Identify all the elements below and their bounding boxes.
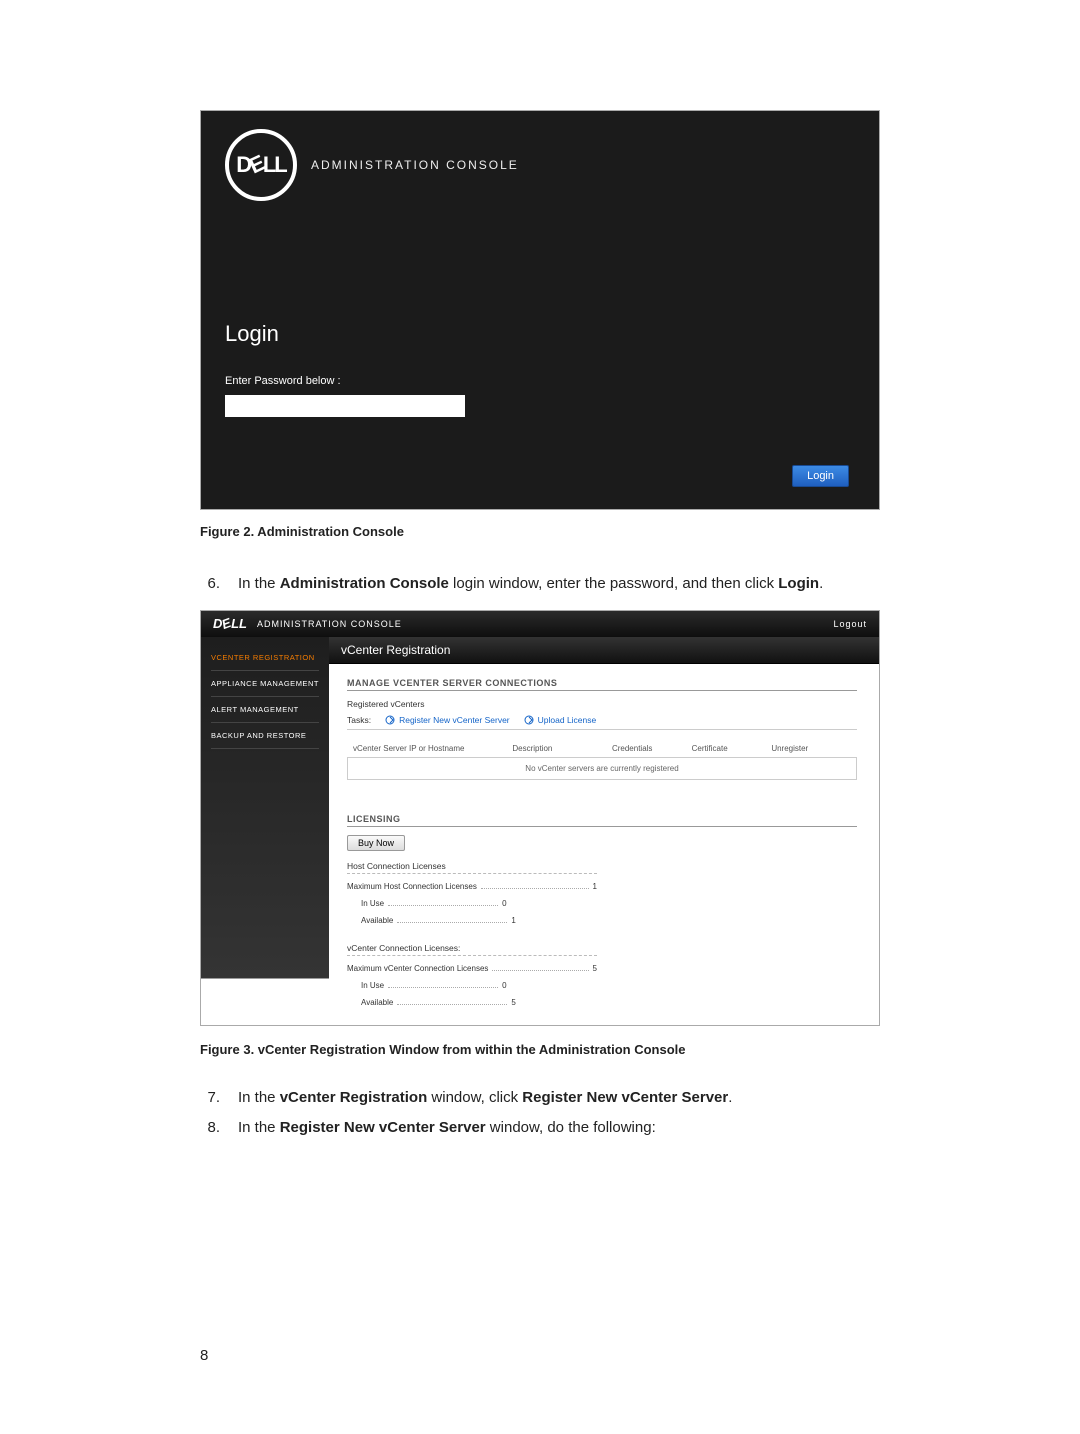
dots	[397, 1004, 507, 1005]
link-icon	[524, 715, 534, 725]
step-number: 8.	[200, 1117, 220, 1140]
register-new-vcenter-link[interactable]: Register New vCenter Server	[385, 715, 510, 725]
license-value: 1	[511, 916, 515, 925]
text: In the	[238, 575, 280, 592]
bold-text: vCenter Registration	[280, 1089, 428, 1106]
license-label: In Use	[361, 899, 384, 908]
topbar-title: ADMINISTRATION CONSOLE	[257, 619, 402, 629]
logout-link[interactable]: Logout	[833, 619, 867, 629]
link-icon	[385, 715, 395, 725]
step-number: 7.	[200, 1087, 220, 1110]
dots	[388, 987, 498, 988]
col-credentials: Credentials	[612, 744, 692, 753]
login-button[interactable]: Login	[792, 465, 849, 487]
bold-text: Register New vCenter Server	[522, 1089, 728, 1106]
license-row: In Use 0	[347, 981, 597, 990]
license-value: 5	[593, 964, 597, 973]
license-label: Available	[361, 916, 393, 925]
link-text: Upload License	[538, 715, 597, 725]
license-label: Available	[361, 998, 393, 1007]
license-value: 0	[502, 899, 506, 908]
dell-wordmark-icon: DELL	[213, 616, 247, 631]
license-label: In Use	[361, 981, 384, 990]
host-licenses-title: Host Connection Licenses	[347, 861, 597, 874]
sidebar: VCENTER REGISTRATION APPLIANCE MANAGEMEN…	[201, 637, 329, 1025]
text: In the	[238, 1119, 280, 1136]
license-value: 0	[502, 981, 506, 990]
step-text: In the vCenter Registration window, clic…	[238, 1087, 880, 1110]
step-7: 7. In the vCenter Registration window, c…	[200, 1087, 880, 1110]
password-input[interactable]	[225, 395, 465, 417]
bold-text: Register New vCenter Server	[280, 1119, 486, 1136]
figure2-caption: Figure 2. Administration Console	[200, 524, 880, 539]
buy-now-button[interactable]: Buy Now	[347, 835, 405, 851]
text: window, do the following:	[486, 1119, 656, 1136]
main-panel: vCenter Registration MANAGE VCENTER SERV…	[329, 637, 879, 1025]
instruction-steps-cont: 7. In the vCenter Registration window, c…	[200, 1087, 880, 1140]
license-label: Maximum vCenter Connection Licenses	[347, 964, 488, 973]
vcenter-licenses-title: vCenter Connection Licenses:	[347, 943, 597, 956]
task-row: Tasks: Register New vCenter Server Uploa…	[347, 715, 857, 730]
text: window, click	[427, 1089, 522, 1106]
link-text: Register New vCenter Server	[399, 715, 510, 725]
text: In the	[238, 1089, 280, 1106]
license-value: 1	[593, 882, 597, 891]
license-value: 5	[511, 998, 515, 1007]
bold-text: Administration Console	[280, 575, 449, 592]
registration-console: DELL ADMINISTRATION CONSOLE Logout VCENT…	[200, 610, 880, 1026]
page-title: vCenter Registration	[329, 637, 879, 664]
page-number: 8	[200, 1347, 208, 1364]
bold-text: Login	[778, 575, 819, 592]
license-row: Maximum Host Connection Licenses 1	[347, 882, 597, 891]
password-label: Enter Password below :	[225, 375, 855, 387]
dell-logo-icon: DELL	[225, 129, 297, 201]
sidebar-item-alert-management[interactable]: ALERT MANAGEMENT	[211, 697, 319, 723]
license-label: Maximum Host Connection Licenses	[347, 882, 477, 891]
dashboard-body: VCENTER REGISTRATION APPLIANCE MANAGEMEN…	[201, 637, 879, 1025]
figure3-caption: Figure 3. vCenter Registration Window fr…	[200, 1042, 880, 1057]
dots	[397, 922, 507, 923]
brand-area: DELL ADMINISTRATION CONSOLE	[213, 616, 402, 631]
step-8: 8. In the Register New vCenter Server wi…	[200, 1117, 880, 1140]
dots	[492, 970, 588, 971]
login-console: DELL ADMINISTRATION CONSOLE Login Enter …	[200, 110, 880, 510]
col-description: Description	[512, 744, 612, 753]
topbar: DELL ADMINISTRATION CONSOLE Logout	[201, 611, 879, 637]
manage-connections-heading: MANAGE VCENTER SERVER CONNECTIONS	[347, 678, 857, 691]
step-number: 6.	[200, 573, 220, 596]
col-ip: vCenter Server IP or Hostname	[353, 744, 512, 753]
licensing-heading: LICENSING	[347, 814, 857, 827]
text: .	[819, 575, 823, 592]
step-text: In the Administration Console login wind…	[238, 573, 880, 596]
dots	[481, 888, 589, 889]
col-certificate: Certificate	[692, 744, 772, 753]
host-licenses-block: Host Connection Licenses Maximum Host Co…	[347, 861, 597, 925]
license-row: Available 5	[347, 998, 597, 1007]
step-6: 6. In the Administration Console login w…	[200, 573, 880, 596]
instruction-steps: 6. In the Administration Console login w…	[200, 573, 880, 596]
dots	[388, 905, 498, 906]
console-title: ADMINISTRATION CONSOLE	[311, 158, 519, 172]
sidebar-item-backup-restore[interactable]: BACKUP AND RESTORE	[211, 723, 319, 749]
license-row: Maximum vCenter Connection Licenses 5	[347, 964, 597, 973]
step-text: In the Register New vCenter Server windo…	[238, 1117, 880, 1140]
login-heading: Login	[225, 321, 855, 347]
text: login window, enter the password, and th…	[449, 575, 778, 592]
license-row: In Use 0	[347, 899, 597, 908]
vcenter-table-empty: No vCenter servers are currently registe…	[347, 758, 857, 780]
logo-row: DELL ADMINISTRATION CONSOLE	[225, 129, 855, 201]
sidebar-item-appliance-management[interactable]: APPLIANCE MANAGEMENT	[211, 671, 319, 697]
vcenter-table-header: vCenter Server IP or Hostname Descriptio…	[347, 740, 857, 758]
license-row: Available 1	[347, 916, 597, 925]
text: .	[728, 1089, 732, 1106]
upload-license-link[interactable]: Upload License	[524, 715, 597, 725]
vcenter-licenses-block: vCenter Connection Licenses: Maximum vCe…	[347, 943, 597, 1007]
col-unregister: Unregister	[771, 744, 851, 753]
registered-vcenters-label: Registered vCenters	[347, 699, 857, 709]
tasks-label: Tasks:	[347, 715, 371, 725]
sidebar-item-vcenter-registration[interactable]: VCENTER REGISTRATION	[211, 645, 319, 671]
